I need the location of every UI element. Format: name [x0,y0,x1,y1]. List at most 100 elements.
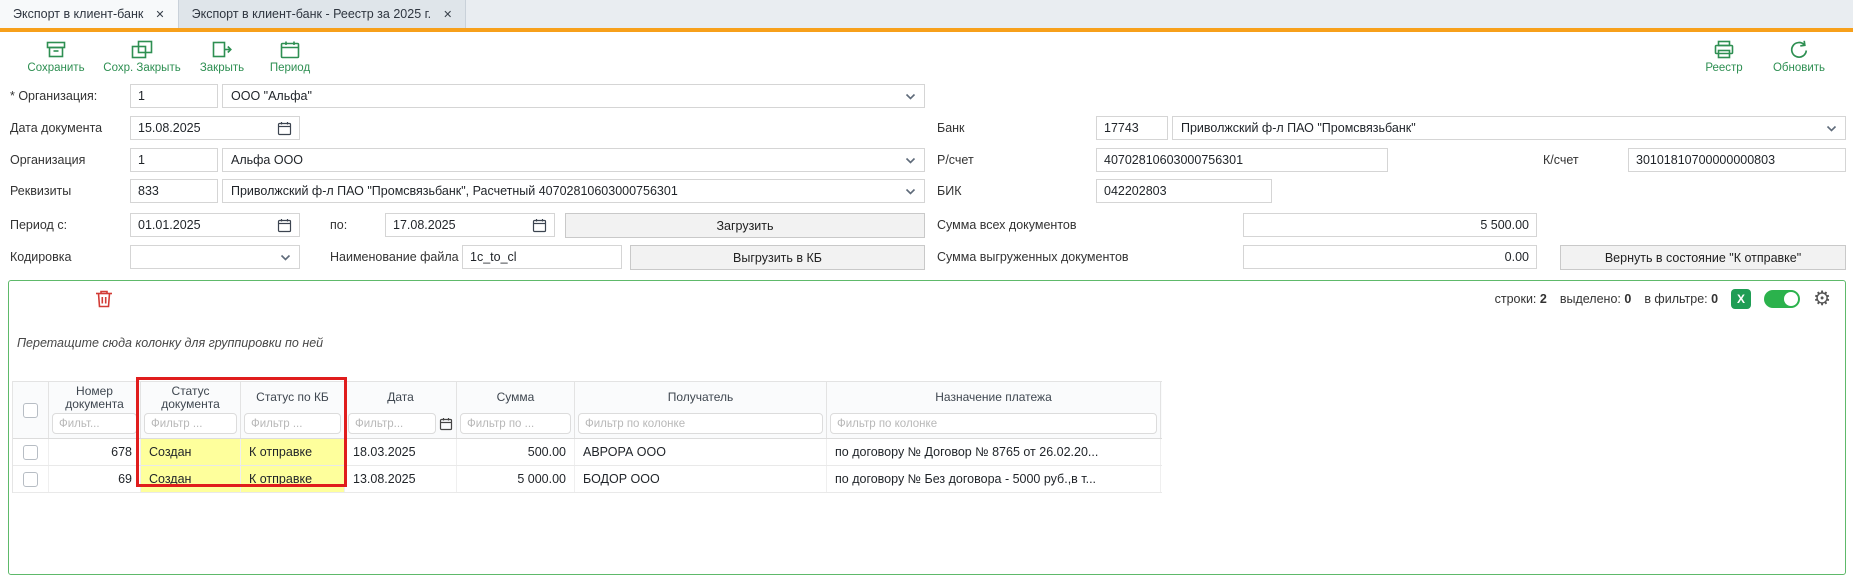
chevron-down-icon [905,157,916,164]
column-kb-status-title[interactable]: Статус по КБ [241,382,344,412]
encoding-combo[interactable] [130,245,300,269]
filter-toggle[interactable] [1764,290,1800,308]
chevron-down-icon [905,93,916,100]
column-kb-status: Статус по КБ [241,382,345,438]
filter-amount-input[interactable] [460,413,571,434]
requisites-code-input[interactable] [130,179,218,203]
row-checkbox[interactable] [23,445,38,460]
period-from-input[interactable]: 01.01.2025 [130,213,300,237]
refresh-button[interactable]: Обновить [1759,36,1839,74]
selected-count-label: выделено: [1560,292,1621,306]
cell-recipient[interactable]: АВРОРА ООО [575,439,827,465]
doc-date-value: 15.08.2025 [138,121,201,135]
refresh-label: Обновить [1773,62,1825,74]
load-button[interactable]: Загрузить [565,213,925,238]
org-combo[interactable]: ООО "Альфа" [222,84,925,108]
tab-close-icon[interactable]: ✕ [155,8,164,21]
org2-combo[interactable]: Альфа ООО [222,148,925,172]
total-sum-label: Сумма всех документов [937,213,1077,237]
gear-icon[interactable]: ⚙ [1813,288,1831,310]
column-number-title[interactable]: Номер документа [49,382,140,412]
column-purpose: Назначение платежа [827,382,1161,438]
doc-date-label: Дата документа [10,116,102,140]
filter-number-input[interactable] [52,413,137,434]
column-recipient-title[interactable]: Получатель [575,382,826,412]
bank-code-input[interactable] [1096,116,1168,140]
chevron-down-icon [280,254,291,261]
column-amount-filter-wrap [457,412,574,438]
filter-date-input[interactable] [348,413,436,434]
encoding-label: Кодировка [10,245,71,269]
calendar-icon[interactable] [439,417,453,431]
filter-kb-status-input[interactable] [244,413,341,434]
select-all-cell [13,382,49,438]
cell-amount[interactable]: 500.00 [457,439,575,465]
bank-combo[interactable]: Приволжский ф-л ПАО "Промсвязьбанк" [1172,116,1846,140]
period-to-input[interactable]: 17.08.2025 [385,213,555,237]
table-row[interactable]: 69 Создан К отправке 13.08.2025 5 000.00… [13,466,1162,493]
save-button[interactable]: Сохранить [14,36,98,74]
calendar-icon [277,218,292,233]
tab-export-label: Экспорт в клиент-банк [13,7,143,21]
column-purpose-title[interactable]: Назначение платежа [827,382,1160,412]
exported-sum-label: Сумма выгруженных документов [937,245,1129,269]
cell-kb-status[interactable]: К отправке [241,466,345,492]
delete-button[interactable] [93,288,117,312]
tab-export[interactable]: Экспорт в клиент-банк ✕ [0,0,179,28]
upload-kb-button[interactable]: Выгрузить в КБ [630,245,925,270]
cell-purpose[interactable]: по договору № Без договора - 5000 руб.,в… [827,466,1161,492]
save-label: Сохранить [27,62,84,74]
column-amount-title[interactable]: Сумма [457,382,574,412]
filtered-count-value: 0 [1711,292,1718,306]
org-code-input[interactable] [130,84,218,108]
bik-input[interactable] [1096,179,1272,203]
cell-amount[interactable]: 5 000.00 [457,466,575,492]
cell-date[interactable]: 13.08.2025 [345,466,457,492]
cell-number[interactable]: 678 [49,439,141,465]
close-button[interactable]: Закрыть [186,36,258,74]
table-row[interactable]: 678 Создан К отправке 18.03.2025 500.00 … [13,439,1162,466]
column-date-title[interactable]: Дата [345,382,456,412]
doc-date-input[interactable]: 15.08.2025 [130,116,300,140]
period-button[interactable]: Период [258,36,322,74]
cell-recipient[interactable]: БОДОР ООО [575,466,827,492]
period-label: Период [270,62,310,74]
column-status: Статус документа [141,382,241,438]
cell-purpose[interactable]: по договору № Договор № 8765 от 26.02.20… [827,439,1161,465]
tab-registry[interactable]: Экспорт в клиент-банк - Реестр за 2025 г… [179,0,467,28]
filter-status-input[interactable] [144,413,237,434]
cell-status[interactable]: Создан [141,439,241,465]
save-close-icon [130,38,154,61]
cell-status[interactable]: Создан [141,466,241,492]
save-close-label: Сохр. Закрыть [103,62,180,74]
tab-close-icon[interactable]: ✕ [443,8,452,21]
corr-account-label: К/счет [1543,148,1579,172]
save-icon [44,38,68,61]
row-checkbox[interactable] [23,472,38,487]
save-close-button[interactable]: Сохр. Закрыть [98,36,186,74]
registry-button[interactable]: Реестр [1689,36,1759,74]
org2-label: Организация [10,148,85,172]
cell-kb-status[interactable]: К отправке [241,439,345,465]
filename-input[interactable] [462,245,622,269]
corr-account-input[interactable] [1628,148,1846,172]
registry-icon [1712,38,1736,61]
cell-date[interactable]: 18.03.2025 [345,439,457,465]
document-form: * Организация: ООО "Альфа" Дата документ… [0,83,1853,280]
excel-export-icon[interactable]: X [1731,289,1751,309]
requisites-combo[interactable]: Приволжский ф-л ПАО "Промсвязьбанк", Рас… [222,179,925,203]
column-status-filter-wrap [141,412,240,438]
column-purpose-filter-wrap [827,412,1160,438]
filter-purpose-input[interactable] [830,413,1157,434]
column-status-title[interactable]: Статус документа [141,382,240,412]
org2-code-input[interactable] [130,148,218,172]
return-status-button[interactable]: Вернуть в состояние "К отправке" [1560,245,1846,270]
calendar-icon [532,218,547,233]
account-input[interactable] [1096,148,1388,172]
documents-table: Номер документа Статус документа Статус … [12,381,1162,493]
filter-recipient-input[interactable] [578,413,823,434]
cell-number[interactable]: 69 [49,466,141,492]
org-combo-value: ООО "Альфа" [231,89,312,103]
requisites-combo-value: Приволжский ф-л ПАО "Промсвязьбанк", Рас… [231,184,678,198]
select-all-checkbox[interactable] [23,403,38,418]
